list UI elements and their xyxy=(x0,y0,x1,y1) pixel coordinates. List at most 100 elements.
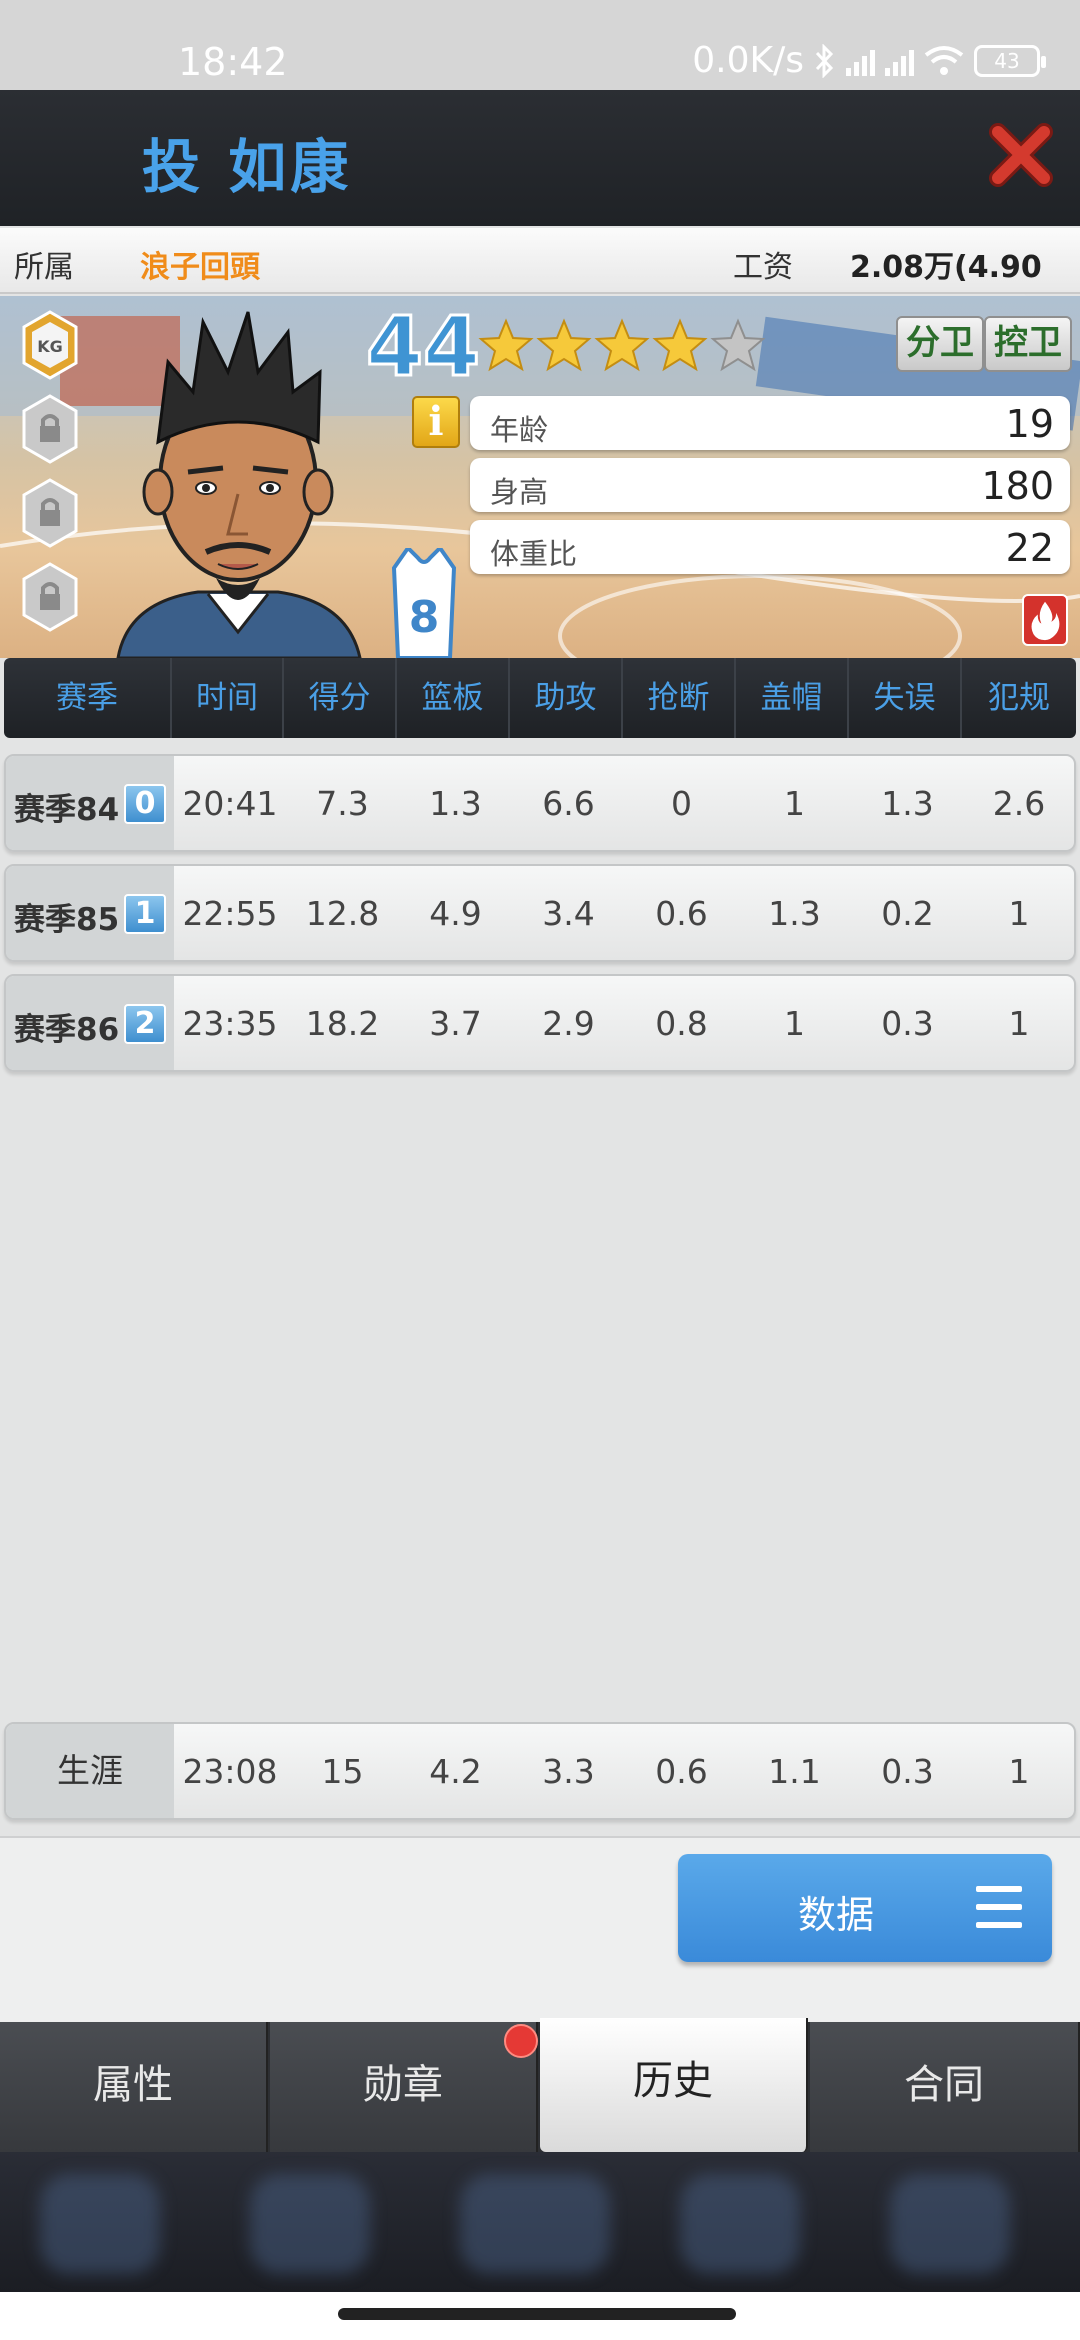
stat-cell: 1 xyxy=(1008,894,1030,933)
blurred-icon xyxy=(460,2174,610,2274)
tab-history[interactable]: 历史 xyxy=(540,2018,808,2152)
stat-cell: 0.3 xyxy=(881,1004,934,1043)
col-header[interactable]: 赛季 xyxy=(4,658,172,738)
stat-cell: 18.2 xyxy=(305,1004,380,1043)
tab-contract[interactable]: 合同 xyxy=(810,2022,1080,2152)
attr-value: 22 xyxy=(1005,526,1054,570)
network-speed: 0.0K/s xyxy=(692,40,804,81)
attr-label: 年龄 xyxy=(490,413,549,447)
jersey-icon: 8 xyxy=(391,548,457,658)
col-header[interactable]: 盖帽 xyxy=(736,658,849,738)
stat-cell: 1 xyxy=(1008,1004,1030,1043)
fire-icon[interactable] xyxy=(1022,594,1068,646)
attr-weight-ratio: 体重比 22 xyxy=(470,520,1070,574)
salary-label: 工资 xyxy=(733,250,793,285)
stat-cell: 1 xyxy=(1008,1752,1030,1791)
career-label: 生涯 xyxy=(6,1724,174,1818)
attr-value: 19 xyxy=(1005,402,1054,446)
close-icon[interactable] xyxy=(988,118,1058,188)
stat-cell: 22:55 xyxy=(182,894,278,933)
tab-bar: 属性 勋章 历史 合同 xyxy=(0,2018,1080,2152)
locked-badge-icon[interactable] xyxy=(22,394,78,464)
col-header[interactable]: 助攻 xyxy=(510,658,623,738)
stat-cell: 3.3 xyxy=(542,1752,595,1791)
status-icons: 0.0K/s 43 xyxy=(692,40,1046,81)
stat-cell: 3.4 xyxy=(542,894,595,933)
table-row: 赛季86 2 23:35 18.2 3.7 2.9 0.8 1 0.3 1 xyxy=(4,974,1076,1072)
stat-cell: 6.6 xyxy=(542,784,595,823)
blurred-icon xyxy=(890,2174,1010,2274)
col-header[interactable]: 犯规 xyxy=(962,658,1076,738)
stat-cell: 23:35 xyxy=(182,1004,278,1043)
info-bar: 所属 浪子回頭 工资 2.08万(4.90万) xyxy=(0,228,1080,329)
star-empty-icon xyxy=(710,318,766,372)
team-value[interactable]: 浪子回頭 xyxy=(140,242,260,286)
stat-cell: 0.8 xyxy=(655,1004,708,1043)
stat-cell: 15 xyxy=(321,1752,364,1791)
dialog-header: 投 如康 xyxy=(0,90,1080,226)
position-badge: 控卫 xyxy=(984,316,1072,372)
home-indicator[interactable] xyxy=(338,2308,736,2320)
stat-cell: 2.9 xyxy=(542,1004,595,1043)
blurred-icon xyxy=(40,2174,160,2274)
tab-medals[interactable]: 勋章 xyxy=(270,2022,538,2152)
stat-cell: 1.3 xyxy=(768,894,821,933)
stat-cell: 23:08 xyxy=(182,1752,278,1791)
stat-cell: 0.6 xyxy=(655,894,708,933)
blurred-icon xyxy=(250,2174,370,2274)
signal-icon xyxy=(885,46,914,76)
attr-label: 体重比 xyxy=(490,537,578,571)
star-filled-icon xyxy=(652,318,708,372)
attr-age: 年龄 19 xyxy=(470,396,1070,450)
locked-badge-icon[interactable] xyxy=(22,562,78,632)
stat-cell: 7.3 xyxy=(316,784,369,823)
stat-cell: 1.3 xyxy=(429,784,482,823)
star-filled-icon xyxy=(478,318,534,372)
stat-cell: 1.1 xyxy=(768,1752,821,1791)
player-panel: KG 8 44 分卫 控卫 i 年龄 19 身高 180 体重比 22 xyxy=(0,296,1080,658)
system-nav-bar xyxy=(0,2292,1080,2340)
season-label: 赛季85 xyxy=(14,902,120,938)
notification-dot xyxy=(504,2024,538,2058)
stat-cell: 0 xyxy=(671,784,692,823)
star-filled-icon xyxy=(594,318,650,372)
info-icon[interactable]: i xyxy=(412,396,460,448)
stat-cell: 4.9 xyxy=(429,894,482,933)
stat-cell: 1 xyxy=(784,784,805,823)
career-row: 生涯 23:08 15 4.2 3.3 0.6 1.1 0.3 1 xyxy=(4,1722,1076,1820)
attr-value: 180 xyxy=(981,464,1054,508)
tab-attributes[interactable]: 属性 xyxy=(0,2022,268,2152)
status-time: 18:42 xyxy=(178,40,288,84)
col-header[interactable]: 篮板 xyxy=(397,658,510,738)
data-button[interactable]: 数据 xyxy=(678,1854,1052,1962)
stat-cell: 0.3 xyxy=(881,1752,934,1791)
col-header[interactable]: 得分 xyxy=(284,658,397,738)
jersey-number: 8 xyxy=(409,592,440,643)
stat-cell: 2.6 xyxy=(992,784,1046,823)
player-avatar xyxy=(116,311,362,658)
kg-badge-text: KG xyxy=(37,337,63,356)
star-rating xyxy=(478,318,766,374)
table-row: 赛季85 1 22:55 12.8 4.9 3.4 0.6 1.3 0.2 1 xyxy=(4,864,1076,962)
locked-badge-icon[interactable] xyxy=(22,478,78,548)
stat-cell: 12.8 xyxy=(305,894,380,933)
position-badge: 分卫 xyxy=(896,316,984,372)
stat-cell: 0.2 xyxy=(881,894,934,933)
col-header[interactable]: 抢断 xyxy=(623,658,736,738)
bluetooth-icon xyxy=(815,43,834,78)
stat-cell: 1 xyxy=(784,1004,805,1043)
season-label: 赛季86 xyxy=(14,1012,120,1048)
season-badge: 2 xyxy=(124,1004,166,1044)
col-header[interactable]: 时间 xyxy=(172,658,284,738)
stats-table-header: 赛季 时间 得分 篮板 助攻 抢断 盖帽 失误 犯规 xyxy=(4,658,1076,738)
season-badge: 1 xyxy=(124,894,166,934)
season-label: 赛季84 xyxy=(14,792,120,828)
wifi-icon xyxy=(924,45,964,75)
team-label: 所属 xyxy=(14,250,74,285)
stat-cell: 0.6 xyxy=(655,1752,708,1791)
menu-icon xyxy=(976,1886,1022,1930)
kg-badge-icon[interactable]: KG xyxy=(22,310,78,380)
stat-cell: 4.2 xyxy=(429,1752,482,1791)
col-header[interactable]: 失误 xyxy=(849,658,962,738)
attr-label: 身高 xyxy=(490,475,549,509)
